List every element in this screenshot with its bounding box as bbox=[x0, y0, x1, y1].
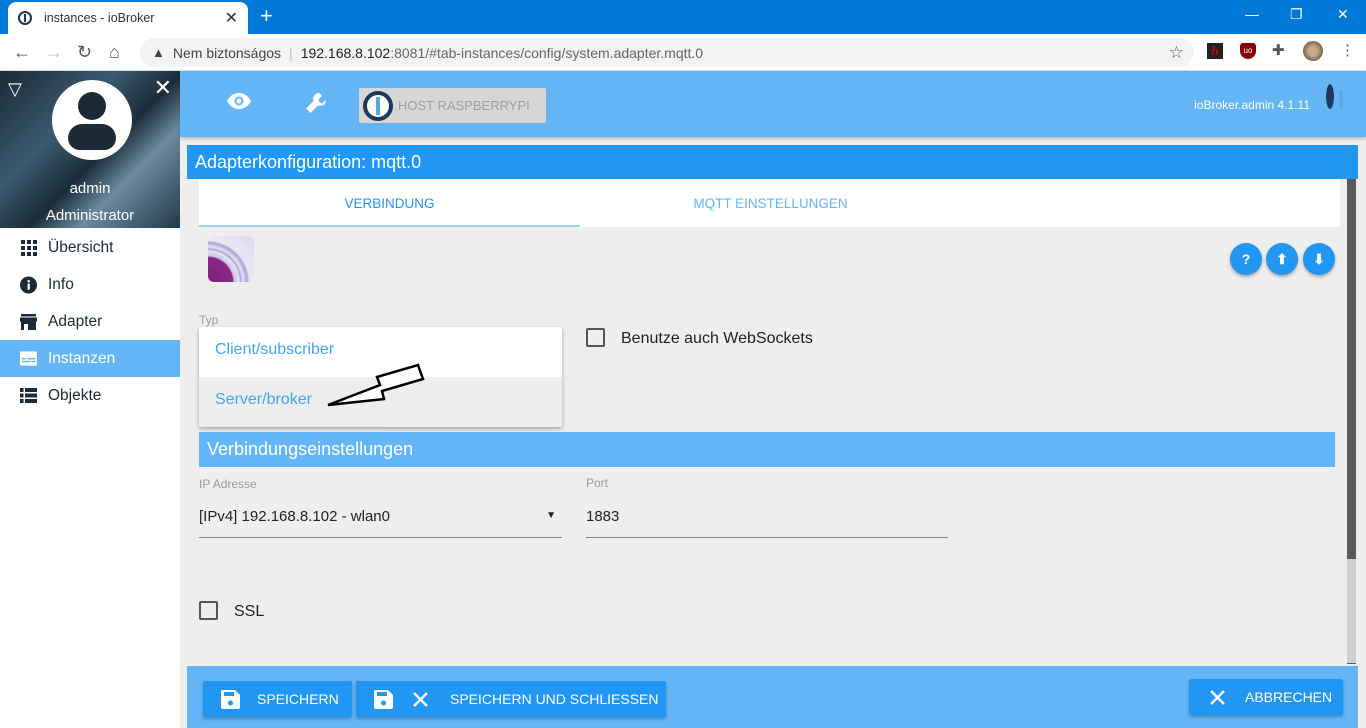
typ-label: Typ bbox=[199, 313, 219, 327]
download-icon: ⬇ bbox=[1313, 250, 1325, 267]
ublock-icon[interactable]: uo bbox=[1240, 43, 1256, 59]
restore-icon[interactable]: ❐ bbox=[1290, 6, 1303, 23]
instances-icon bbox=[20, 350, 37, 367]
store-icon bbox=[20, 313, 37, 330]
user-name: admin bbox=[69, 180, 111, 197]
sidebar-item-label: Übersicht bbox=[48, 238, 114, 256]
home-icon[interactable]: ⌂ bbox=[109, 42, 120, 63]
user-profile-header: ▽ ✕ admin Administrator bbox=[0, 71, 180, 228]
browser-tab-bar: instances - ioBroker ✕ + — ❐ ✕ bbox=[0, 0, 1366, 34]
extensions-puzzle-icon[interactable]: ✚ bbox=[1272, 43, 1288, 59]
tab-close-icon[interactable]: ✕ bbox=[225, 8, 238, 28]
help-icon: ? bbox=[1241, 251, 1251, 267]
host-select-button[interactable]: HOST RASPBERRYPI bbox=[359, 88, 546, 123]
dialog-footer: SPEICHERN SPEICHERN UND SCHLIESSEN ABBRE… bbox=[187, 666, 1358, 728]
save-button[interactable]: SPEICHERN bbox=[203, 681, 352, 717]
reload-icon[interactable]: ↻ bbox=[77, 42, 92, 63]
browser-tab[interactable]: instances - ioBroker ✕ bbox=[8, 2, 248, 34]
url-path: :8081/#tab-instances/config/system.adapt… bbox=[390, 44, 704, 61]
host-label: HOST RASPBERRYPI bbox=[398, 98, 530, 113]
close-x-icon bbox=[413, 691, 428, 707]
list-icon bbox=[20, 387, 37, 404]
tab-verbindung[interactable]: VERBINDUNG bbox=[199, 179, 580, 227]
warning-icon: ▲ bbox=[152, 45, 165, 60]
download-button[interactable]: ⬇ bbox=[1303, 243, 1335, 275]
floppy-disk-icon bbox=[374, 689, 393, 709]
ssl-checkbox[interactable] bbox=[199, 601, 218, 620]
ssl-label: SSL bbox=[234, 603, 265, 620]
tab-title: instances - ioBroker bbox=[44, 11, 155, 25]
annotation-arrow-icon bbox=[327, 363, 425, 407]
close-x-icon bbox=[1210, 689, 1225, 705]
floppy-disk-icon bbox=[221, 689, 240, 709]
sidebar-item-label: Info bbox=[48, 275, 74, 293]
forward-icon[interactable]: → bbox=[45, 42, 63, 63]
cancel-button[interactable]: ABBRECHEN bbox=[1189, 679, 1343, 715]
iobroker-logo-icon bbox=[1326, 84, 1334, 109]
sidebar-item-uebersicht[interactable]: Übersicht bbox=[0, 229, 180, 266]
upload-button[interactable]: ⬆ bbox=[1266, 243, 1298, 275]
dialog-title: Adapterkonfiguration: mqtt.0 bbox=[187, 145, 1358, 179]
dialog-tabs: VERBINDUNG MQTT EINSTELLUNGEN bbox=[199, 179, 1340, 227]
collapse-triangle-icon[interactable]: ▽ bbox=[8, 79, 22, 100]
security-label: Nem biztonságos bbox=[172, 44, 282, 61]
profile-avatar[interactable] bbox=[1303, 41, 1323, 61]
version-label: ioBroker.admin 4.1.11 bbox=[1194, 98, 1310, 112]
hypothesis-icon[interactable]: h bbox=[1207, 43, 1223, 59]
save-label: SPEICHERN bbox=[257, 691, 339, 707]
grid-icon bbox=[20, 239, 37, 256]
sidebar-close-icon[interactable]: ✕ bbox=[154, 75, 172, 101]
websockets-checkbox[interactable] bbox=[586, 328, 605, 347]
app-bar: HOST RASPBERRYPI ioBroker.admin 4.1.11 bbox=[180, 71, 1366, 137]
save-and-close-label: SPEICHERN UND SCHLIESSEN bbox=[450, 691, 659, 707]
sidebar-item-instanzen[interactable]: Instanzen bbox=[0, 340, 180, 377]
sidebar-item-info[interactable]: Info bbox=[0, 266, 180, 303]
window-close-icon[interactable]: ✕ bbox=[1337, 6, 1349, 23]
mqtt-adapter-logo bbox=[208, 236, 254, 282]
port-label: Port bbox=[586, 476, 609, 490]
sidebar-item-label: Objekte bbox=[48, 386, 102, 404]
scrollbar-track[interactable] bbox=[1347, 559, 1356, 663]
bookmark-star-icon[interactable]: ☆ bbox=[1169, 43, 1184, 63]
save-and-close-button[interactable]: SPEICHERN UND SCHLIESSEN bbox=[356, 681, 666, 717]
ip-select[interactable]: [IPv4] 192.168.8.102 - wlan0 ▼ bbox=[199, 508, 562, 538]
port-value: 1883 bbox=[586, 508, 620, 525]
sidebar: ▽ ✕ admin Administrator Übersicht Info A… bbox=[0, 71, 180, 728]
ip-label: IP Adresse bbox=[199, 477, 257, 491]
menu-kebab-icon[interactable]: ⋮ bbox=[1340, 43, 1356, 59]
avatar bbox=[52, 80, 132, 160]
ip-value: [IPv4] 192.168.8.102 - wlan0 bbox=[199, 508, 390, 525]
iobroker-logo-icon bbox=[363, 90, 393, 121]
sidebar-item-objekte[interactable]: Objekte bbox=[0, 377, 180, 414]
active-tab-indicator bbox=[199, 225, 580, 227]
help-button[interactable]: ? bbox=[1230, 243, 1262, 275]
minimize-icon[interactable]: — bbox=[1245, 6, 1259, 22]
iobroker-favicon-icon bbox=[18, 11, 32, 25]
section-header: Verbindungseinstellungen bbox=[199, 432, 1335, 467]
main-area: HOST RASPBERRYPI ioBroker.admin 4.1.11 A… bbox=[180, 71, 1366, 728]
wrench-icon[interactable] bbox=[305, 92, 327, 119]
dropdown-arrow-icon: ▼ bbox=[546, 510, 556, 521]
upload-icon: ⬆ bbox=[1276, 250, 1288, 267]
info-icon bbox=[20, 276, 37, 293]
cancel-label: ABBRECHEN bbox=[1245, 689, 1333, 705]
sidebar-item-label: Instanzen bbox=[48, 349, 116, 367]
back-icon[interactable]: ← bbox=[13, 42, 31, 63]
websockets-label: Benutze auch WebSockets bbox=[621, 330, 813, 347]
tab-mqtt-einstellungen[interactable]: MQTT EINSTELLUNGEN bbox=[580, 179, 961, 227]
sidebar-item-adapter[interactable]: Adapter bbox=[0, 303, 180, 340]
sidebar-item-label: Adapter bbox=[48, 312, 103, 330]
url-input[interactable]: ▲ Nem biztonságos | 192.168.8.102 :8081/… bbox=[140, 38, 1194, 67]
port-input[interactable]: 1883 bbox=[586, 508, 948, 538]
url-divider: | bbox=[289, 44, 293, 61]
url-host: 192.168.8.102 bbox=[300, 44, 391, 61]
user-role: Administrator bbox=[45, 207, 135, 224]
new-tab-button[interactable]: + bbox=[260, 4, 273, 28]
eye-icon[interactable] bbox=[227, 93, 251, 114]
